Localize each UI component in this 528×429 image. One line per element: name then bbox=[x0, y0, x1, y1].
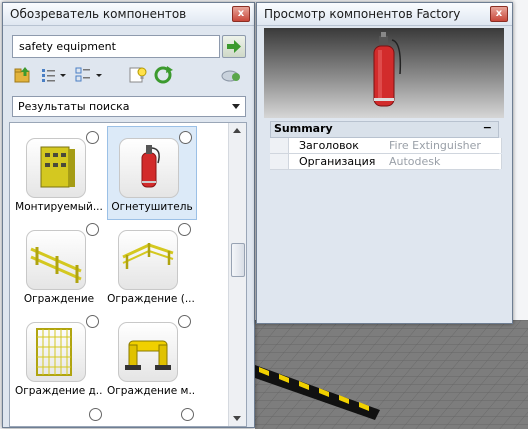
result-tile-selected[interactable]: Огнетушитель bbox=[107, 126, 197, 220]
summary-value[interactable]: Fire Extinguisher bbox=[386, 138, 502, 153]
details-view-icon[interactable] bbox=[75, 66, 105, 84]
scrollbar-thumb[interactable] bbox=[231, 243, 245, 277]
chevron-down-icon bbox=[232, 104, 240, 109]
select-radio[interactable] bbox=[179, 131, 192, 144]
result-tile[interactable]: Ограждение д... bbox=[15, 311, 103, 403]
row-gutter bbox=[270, 154, 288, 169]
result-label: Ограждение bbox=[23, 293, 95, 305]
scene-floor bbox=[255, 320, 528, 429]
folder-up-icon[interactable] bbox=[13, 66, 33, 84]
result-tile[interactable]: Ограждение bbox=[15, 219, 103, 311]
scope-dropdown[interactable]: Результаты поиска bbox=[12, 96, 246, 117]
select-radio[interactable] bbox=[86, 131, 99, 144]
panel-box-thumbnail bbox=[26, 138, 86, 198]
summary-key: Заголовок bbox=[288, 138, 396, 153]
row-gutter bbox=[270, 138, 288, 153]
scope-dropdown-value: Результаты поиска bbox=[18, 100, 130, 113]
result-label: Ограждение д... bbox=[15, 385, 103, 397]
summary-key: Организация bbox=[288, 154, 396, 169]
result-tile[interactable]: Ограждение м... bbox=[107, 311, 195, 403]
summary-header[interactable]: Summary − bbox=[270, 121, 499, 138]
search-input-value: safety equipment bbox=[19, 40, 116, 53]
component-3d-preview[interactable] bbox=[264, 28, 504, 118]
summary-row: Заголовок Fire Extinguisher bbox=[270, 138, 502, 154]
arrow-right-icon bbox=[227, 40, 241, 53]
result-tile[interactable]: Ограждение (... bbox=[107, 219, 195, 311]
search-input[interactable]: safety equipment bbox=[12, 35, 220, 58]
guardrail-corner-thumbnail bbox=[118, 230, 178, 290]
select-radio[interactable] bbox=[181, 408, 194, 421]
mesh-fence-thumbnail bbox=[26, 322, 86, 382]
component-preview-panel: Просмотр компонентов Factory x Summary −… bbox=[256, 2, 513, 324]
result-label: Огнетушитель bbox=[111, 201, 193, 213]
select-radio[interactable] bbox=[178, 223, 191, 236]
summary-value[interactable]: Autodesk bbox=[386, 154, 502, 169]
summary-table: Summary − Заголовок Fire Extinguisher Ор… bbox=[270, 121, 502, 170]
bollard-barrier-thumbnail bbox=[118, 322, 178, 382]
guardrail-thumbnail bbox=[26, 230, 86, 290]
component-preview-titlebar[interactable]: Просмотр компонентов Factory x bbox=[257, 3, 512, 26]
tips-icon[interactable] bbox=[129, 66, 149, 84]
result-label: Ограждение (... bbox=[107, 293, 195, 305]
scroll-up-icon[interactable] bbox=[233, 128, 241, 133]
refresh-icon[interactable] bbox=[153, 66, 175, 84]
floor-grid bbox=[255, 320, 528, 429]
result-tile[interactable]: Монтируемый... bbox=[15, 127, 103, 219]
result-label: Ограждение м... bbox=[107, 385, 195, 397]
select-radio[interactable] bbox=[178, 315, 191, 328]
results-grid: Монтируемый... Огнетушитель Ограждение О… bbox=[9, 122, 247, 427]
cloud-icon[interactable] bbox=[220, 66, 244, 84]
close-icon[interactable]: x bbox=[232, 6, 250, 22]
collapse-icon[interactable]: − bbox=[483, 121, 492, 135]
scroll-down-icon[interactable] bbox=[233, 416, 241, 421]
select-radio[interactable] bbox=[86, 315, 99, 328]
component-browser-panel: Обозреватель компонентов x safety equipm… bbox=[2, 2, 255, 428]
fire-extinguisher-model bbox=[373, 32, 402, 107]
close-icon[interactable]: x bbox=[490, 6, 508, 22]
fire-extinguisher-thumbnail bbox=[119, 138, 179, 198]
component-browser-titlebar[interactable]: Обозреватель компонентов x bbox=[3, 3, 254, 26]
results-scrollbar[interactable] bbox=[228, 123, 246, 426]
list-view-icon[interactable] bbox=[41, 66, 69, 84]
component-preview-title: Просмотр компонентов Factory bbox=[264, 7, 461, 21]
select-radio[interactable] bbox=[86, 223, 99, 236]
result-label: Монтируемый... bbox=[15, 201, 103, 213]
summary-title: Summary bbox=[274, 122, 333, 135]
component-browser-title: Обозреватель компонентов bbox=[10, 7, 187, 21]
search-go-button[interactable] bbox=[222, 35, 246, 58]
select-radio[interactable] bbox=[89, 408, 102, 421]
summary-row: Организация Autodesk bbox=[270, 154, 502, 170]
